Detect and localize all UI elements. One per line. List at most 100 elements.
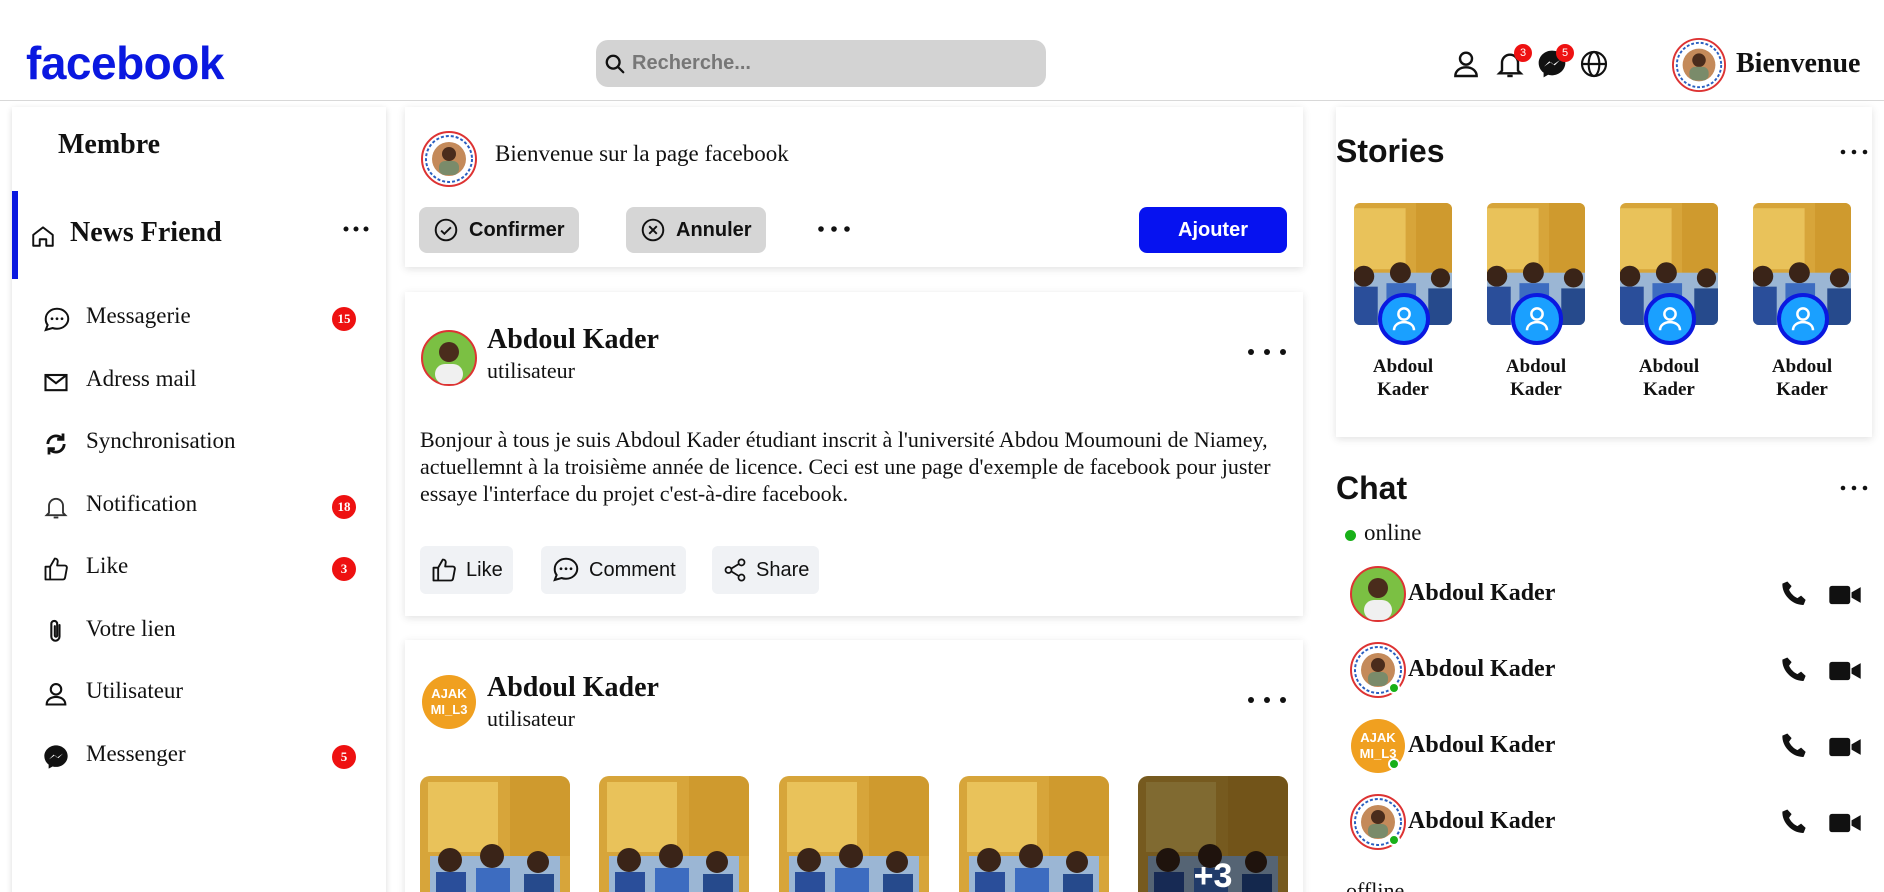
globe-icon[interactable] [1578,48,1610,80]
search-input[interactable] [632,52,1032,75]
more-photos-count: +3 [1138,776,1288,892]
story-name: Abdoul Kader [1638,356,1700,400]
contact-name: Abdoul Kader [1408,580,1556,606]
video-call-icon[interactable] [1828,580,1862,610]
add-button[interactable]: Ajouter [1139,207,1287,253]
active-indicator [12,191,18,279]
sidebar-item-adress-mail[interactable]: Adress mail [12,352,386,412]
author-name[interactable]: Abdoul Kader [487,672,659,704]
author-role: utilisateur [487,706,575,731]
author-avatar[interactable] [421,330,477,386]
thumbs-up-icon [42,555,70,583]
post-card: AJAK MI_L3 Abdoul Kader utilisateur +3 [405,640,1303,892]
confirm-label: Confirmer [469,218,565,241]
sidebar-item-label: Utilisateur [86,678,184,703]
online-status-dot [1388,834,1400,846]
sidebar-item-label: Synchronisation [86,428,236,453]
user-icon [1777,293,1829,345]
story-item[interactable]: Abdoul Kader [1753,203,1851,401]
chat-bubble-icon [42,305,72,335]
author-role: utilisateur [487,358,575,383]
chat-contact[interactable]: Abdoul Kader [1350,794,1870,854]
video-call-icon[interactable] [1828,656,1862,686]
home-icon [30,223,56,249]
messenger-icon[interactable]: 5 [1536,44,1574,80]
count-badge: 3 [332,557,356,581]
stories-panel: Stories Abdoul Kader Abdoul Kader Abdoul… [1336,107,1872,437]
search-icon [604,53,626,75]
sidebar-title: Membre [58,129,161,160]
messages-badge: 5 [1556,44,1574,62]
author-avatar[interactable]: AJAK MI_L3 [421,674,477,730]
facebook-logo[interactable]: facebook [26,36,224,90]
sidebar-active-label: News Friend [70,217,222,248]
comment-label: Comment [589,558,676,581]
sync-icon [42,430,70,458]
thumbs-up-icon [430,556,458,584]
chat-title: Chat [1336,470,1408,506]
sidebar-item-messenger[interactable]: Messenger 5 [12,727,386,787]
sidebar-item-notification[interactable]: Notification 18 [12,477,386,537]
phone-icon[interactable] [1778,654,1812,688]
phone-icon[interactable] [1778,578,1812,612]
story-name: Abdoul Kader [1771,356,1833,400]
sidebar-item-news-friend[interactable]: News Friend [12,191,386,279]
more-options-icon[interactable] [817,225,851,233]
story-item[interactable]: Abdoul Kader [1487,203,1585,401]
count-badge: 18 [332,495,356,519]
cancel-button[interactable]: Annuler [626,207,766,253]
comment-button[interactable]: Comment [541,546,686,594]
story-item[interactable]: Abdoul Kader [1354,203,1452,401]
sidebar-item-label: Adress mail [86,366,197,391]
confirm-button[interactable]: Confirmer [419,207,579,253]
sidebar-item-messagerie[interactable]: Messagerie 15 [12,289,386,349]
phone-icon[interactable] [1778,730,1812,764]
profile-icon[interactable] [1450,48,1482,80]
post-photo[interactable] [779,776,929,892]
messenger-icon [42,743,70,771]
more-options-icon[interactable] [1840,485,1868,491]
phone-icon[interactable] [1778,806,1812,840]
contact-avatar [1350,566,1406,622]
more-options-icon[interactable] [1840,149,1868,155]
avatar-text-line2: MI_L3 [431,702,468,717]
avatar-text-line1: AJAK [431,686,467,701]
sidebar-item-synchronisation[interactable]: Synchronisation [12,414,386,474]
notifications-bell-icon[interactable]: 3 [1494,44,1532,80]
contact-name: Abdoul Kader [1408,656,1556,682]
video-call-icon[interactable] [1828,732,1862,762]
online-label: online [1364,520,1422,545]
user-avatar[interactable] [1672,38,1726,92]
post-card: Abdoul Kader utilisateur Bonjour à tous … [405,292,1303,616]
left-sidebar: Membre News Friend Messagerie 15 Adress … [12,107,386,892]
search-bar[interactable] [596,40,1046,87]
like-button[interactable]: Like [420,546,513,594]
more-options-icon[interactable] [1247,348,1287,356]
video-call-icon[interactable] [1828,808,1862,838]
sidebar-item-label: Like [86,553,129,578]
story-item[interactable]: Abdoul Kader [1620,203,1718,401]
more-options-icon[interactable] [1247,696,1287,704]
post-photo[interactable] [599,776,749,892]
paperclip-icon [42,618,70,646]
author-name[interactable]: Abdoul Kader [487,324,659,356]
chat-contact[interactable]: AJAK MI_L3 Abdoul Kader [1350,718,1870,778]
post-photo-more[interactable]: +3 [1138,776,1288,892]
greeting-text: Bienvenue [1736,48,1861,79]
post-photo[interactable] [959,776,1109,892]
story-name: Abdoul Kader [1372,356,1434,400]
sidebar-item-utilisateur[interactable]: Utilisateur [12,664,386,724]
online-status-dot [1388,682,1400,694]
online-indicator [1345,530,1356,541]
post-photo[interactable] [420,776,570,892]
notifications-badge: 3 [1514,44,1532,62]
online-status-dot [1388,758,1400,770]
share-button[interactable]: Share [712,546,820,594]
check-circle-icon [433,217,459,243]
welcome-avatar [421,131,477,187]
sidebar-item-like[interactable]: Like 3 [12,539,386,599]
sidebar-item-votre-lien[interactable]: Votre lien [12,602,386,662]
chat-contact[interactable]: Abdoul Kader [1350,642,1870,702]
chat-contact[interactable]: Abdoul Kader [1350,566,1870,626]
more-options-icon[interactable] [342,225,370,233]
